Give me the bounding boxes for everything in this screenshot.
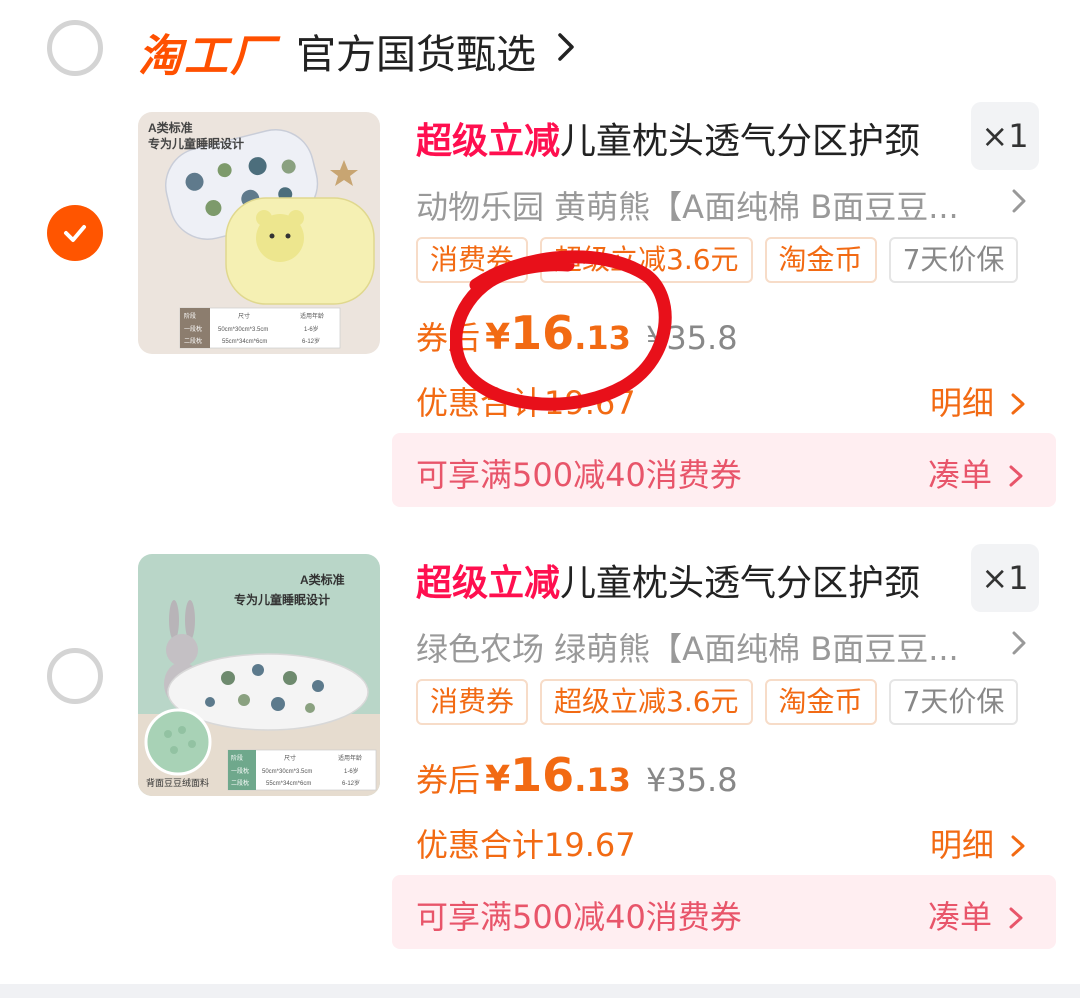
thumb-table-cell: 6-12岁	[342, 779, 360, 787]
badge-list: 消费券 超级立减3.6元 淘金币 7天价保	[416, 237, 1019, 283]
original-price: ¥35.8	[645, 319, 738, 357]
thumb-table-cell: 50cm*30cm*3.5cm	[218, 327, 268, 333]
chevron-right-icon	[1009, 907, 1023, 929]
thumb-table-cell: 二段枕	[184, 337, 202, 345]
thumb-caption: 背面豆豆绒面料	[146, 777, 209, 788]
chevron-right-icon	[1011, 835, 1025, 857]
quantity-button[interactable]: ×1	[971, 102, 1039, 170]
product-title-text: 儿童枕头透气分区护颈	[560, 121, 921, 162]
thumb-text-line2: 专为儿童睡眠设计	[148, 136, 244, 151]
badge-list: 消费券 超级立减3.6元 淘金币 7天价保	[416, 679, 1019, 725]
item-select-radio[interactable]	[47, 205, 103, 261]
badge-instant-discount: 超级立减3.6元	[540, 237, 753, 283]
thumb-text-line1: A类标准	[300, 572, 345, 587]
price-decimal: .13	[574, 761, 631, 799]
coupon-action-label: 凑单	[928, 898, 993, 936]
coupon-bar[interactable]: 可享满500减40消费券 凑单	[392, 875, 1056, 949]
promo-tag: 超级立减	[416, 121, 561, 162]
badge-instant-discount: 超级立减3.6元	[540, 679, 753, 725]
badge-price-protect: 7天价保	[888, 237, 1019, 283]
thumb-table-cell: 一段枕	[184, 325, 202, 333]
quantity-button[interactable]: ×1	[971, 544, 1039, 612]
thumb-table-cell: 1-6岁	[344, 767, 359, 775]
product-title[interactable]: 超级立减儿童枕头透气分区护颈	[416, 554, 920, 606]
checkmark-icon	[64, 225, 86, 242]
price-row: 券后 ¥16.13 ¥35.8	[416, 748, 738, 804]
badge-price-protect: 7天价保	[888, 679, 1019, 725]
product-title[interactable]: 超级立减儿童枕头透气分区护颈	[416, 112, 920, 164]
cart-item: A类标准 专为儿童睡眠设计 阶段 尺寸 适用年龄 一段枕 50cm*30cm*3…	[0, 0, 1080, 507]
detail-link[interactable]: 明细	[930, 820, 1026, 866]
detail-link-label: 明细	[930, 384, 995, 422]
sku-selector[interactable]: 动物乐园 黄萌熊【A面纯棉 B面豆豆...	[416, 182, 959, 228]
price-integer: 16	[510, 748, 575, 802]
discount-total: 优惠合计19.67	[416, 826, 636, 864]
thumb-text-line1: A类标准	[148, 120, 193, 135]
product-title-text: 儿童枕头透气分区护颈	[560, 563, 921, 604]
product-thumbnail[interactable]: A类标准 专为儿童睡眠设计 背面豆豆绒面料 阶段 尺寸 适用年龄 一段枕 50c…	[138, 554, 380, 796]
price-currency: ¥	[485, 317, 511, 358]
coupon-action[interactable]: 凑单	[928, 892, 1024, 938]
product-thumbnail[interactable]: A类标准 专为儿童睡眠设计 阶段 尺寸 适用年龄 一段枕 50cm*30cm*3…	[138, 112, 380, 354]
price-row: 券后 ¥16.13 ¥35.8	[416, 306, 738, 362]
promo-tag: 超级立减	[416, 563, 561, 604]
thumb-table-cell: 50cm*30cm*3.5cm	[262, 769, 312, 775]
price-integer: 16	[510, 306, 575, 360]
badge-taojinbi: 淘金币	[764, 679, 877, 725]
thumb-table-cell: 尺寸	[284, 754, 296, 762]
sku-selector[interactable]: 绿色农场 绿萌熊【A面纯棉 B面豆豆...	[416, 624, 959, 670]
thumb-table-cell: 阶段	[231, 754, 243, 762]
badge-taojinbi: 淘金币	[764, 237, 877, 283]
thumb-table-cell: 一段枕	[231, 767, 249, 775]
badge-coupon: 消费券	[416, 679, 529, 725]
price-label: 券后	[416, 319, 481, 357]
thumb-table-cell: 适用年龄	[300, 312, 324, 320]
thumb-table-cell: 适用年龄	[338, 754, 362, 762]
thumb-table-cell: 55cm*34cm*6cm	[222, 339, 267, 345]
thumb-text-line2: 专为儿童睡眠设计	[234, 592, 330, 607]
price-decimal: .13	[574, 319, 631, 357]
original-price: ¥35.8	[645, 761, 738, 799]
detail-link-label: 明细	[930, 826, 995, 864]
badge-coupon: 消费券	[416, 237, 529, 283]
price-label: 券后	[416, 761, 481, 799]
coupon-text: 可享满500减40消费券	[416, 898, 742, 936]
page-bottom-divider	[0, 984, 1080, 998]
chevron-right-icon[interactable]	[1010, 630, 1028, 656]
price-currency: ¥	[485, 759, 511, 800]
thumb-table-cell: 55cm*34cm*6cm	[266, 781, 311, 787]
thumb-table-cell: 二段枕	[231, 779, 249, 787]
thumb-table-cell: 1-6岁	[304, 325, 319, 333]
detail-link[interactable]: 明细	[930, 378, 1026, 424]
thumb-table-cell: 6-12岁	[302, 337, 320, 345]
chevron-right-icon	[1011, 393, 1025, 415]
thumb-table-cell: 尺寸	[238, 312, 250, 320]
cart-item: A类标准 专为儿童睡眠设计 背面豆豆绒面料 阶段 尺寸 适用年龄 一段枕 50c…	[0, 442, 1080, 949]
item-select-radio[interactable]	[47, 648, 103, 704]
discount-total: 优惠合计19.67	[416, 384, 636, 422]
chevron-right-icon[interactable]	[1010, 188, 1028, 214]
thumb-table-cell: 阶段	[184, 312, 196, 320]
